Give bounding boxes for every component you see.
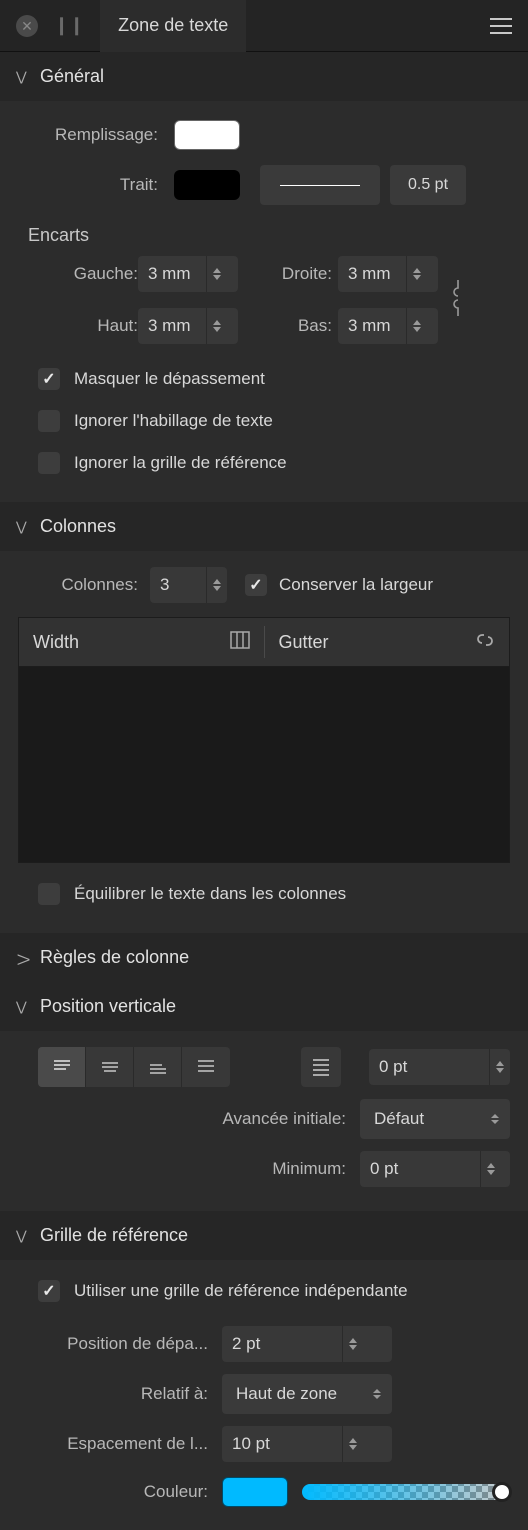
grid-spacing-label: Espacement de l... bbox=[18, 1434, 208, 1454]
use-independent-grid-checkbox[interactable] bbox=[38, 1280, 60, 1302]
balance-columns-checkbox[interactable] bbox=[38, 883, 60, 905]
section-general-header[interactable]: ⋁ Général bbox=[0, 52, 528, 101]
inset-left-field[interactable] bbox=[138, 256, 238, 292]
vertical-align-group bbox=[38, 1047, 230, 1087]
stroke-style-select[interactable] bbox=[260, 165, 380, 205]
stepper-icon[interactable] bbox=[206, 308, 227, 344]
stepper-icon[interactable] bbox=[342, 1426, 363, 1462]
ignore-wrap-label: Ignorer l'habillage de texte bbox=[74, 411, 273, 431]
inset-bottom-field[interactable] bbox=[338, 308, 438, 344]
pin-icon[interactable]: ❙❙ bbox=[54, 15, 84, 36]
baseline-offset-icon bbox=[301, 1047, 341, 1087]
insets-title: Encarts bbox=[0, 211, 528, 252]
inset-right-label: Droite: bbox=[238, 264, 338, 284]
section-general-title: Général bbox=[40, 66, 104, 87]
stepper-icon[interactable] bbox=[342, 1326, 363, 1362]
chevron-down-icon: ⋁ bbox=[16, 69, 30, 85]
hide-overflow-label: Masquer le dépassement bbox=[74, 369, 265, 389]
link-icon bbox=[475, 630, 495, 655]
columns-count-field[interactable] bbox=[150, 567, 227, 603]
section-vertical-body: Avancée initiale: Défaut Minimum: bbox=[0, 1031, 528, 1211]
section-basegrid-body: Utiliser une grille de référence indépen… bbox=[0, 1260, 528, 1524]
balance-columns-label: Équilibrer le texte dans les colonnes bbox=[74, 884, 346, 904]
ignore-grid-label: Ignorer la grille de référence bbox=[74, 453, 287, 473]
align-top-button[interactable] bbox=[38, 1047, 86, 1087]
inset-top-field[interactable] bbox=[138, 308, 238, 344]
inset-top-label: Haut: bbox=[18, 316, 138, 336]
stepper-icon[interactable] bbox=[206, 256, 227, 292]
grid-color-swatch[interactable] bbox=[222, 1477, 288, 1507]
stepper-icon[interactable] bbox=[406, 308, 427, 344]
fixed-width-label: Conserver la largeur bbox=[279, 575, 433, 595]
section-basegrid-header[interactable]: ⋁ Grille de référence bbox=[0, 1211, 528, 1260]
columns-icon bbox=[230, 631, 250, 654]
initial-advance-label: Avancée initiale: bbox=[18, 1109, 360, 1129]
chevron-down-icon: ⋁ bbox=[16, 999, 30, 1015]
stepper-icon[interactable] bbox=[480, 1151, 501, 1187]
grid-color-label: Couleur: bbox=[18, 1482, 208, 1502]
hide-overflow-checkbox[interactable] bbox=[38, 368, 60, 390]
grid-relative-select[interactable]: Haut de zone bbox=[222, 1374, 392, 1414]
inset-left-label: Gauche: bbox=[18, 264, 138, 284]
minimum-field[interactable] bbox=[360, 1151, 510, 1187]
stroke-color-swatch[interactable] bbox=[174, 170, 240, 200]
link-insets-icon[interactable] bbox=[450, 276, 466, 325]
panel-titlebar: ✕ ❙❙ Zone de texte bbox=[0, 0, 528, 52]
baseline-offset-field[interactable] bbox=[369, 1049, 510, 1085]
grid-relative-label: Relatif à: bbox=[18, 1384, 208, 1404]
stroke-label: Trait: bbox=[18, 175, 158, 195]
panel-title: Zone de texte bbox=[118, 15, 228, 36]
align-bottom-button[interactable] bbox=[134, 1047, 182, 1087]
inset-bottom-label: Bas: bbox=[238, 316, 338, 336]
section-column-rules-title: Règles de colonne bbox=[40, 947, 189, 968]
slider-thumb[interactable] bbox=[492, 1482, 512, 1502]
columns-table-header: Width Gutter bbox=[18, 617, 510, 667]
column-gutter-header[interactable]: Gutter bbox=[265, 630, 510, 655]
fill-color-swatch[interactable] bbox=[174, 120, 240, 150]
align-center-button[interactable] bbox=[86, 1047, 134, 1087]
columns-table-body[interactable] bbox=[18, 667, 510, 863]
use-independent-grid-label: Utiliser une grille de référence indépen… bbox=[74, 1281, 408, 1301]
grid-start-field[interactable] bbox=[222, 1326, 392, 1362]
column-width-header[interactable]: Width bbox=[19, 631, 264, 654]
menu-icon[interactable] bbox=[490, 18, 512, 34]
stepper-icon[interactable] bbox=[206, 567, 227, 603]
section-columns-header[interactable]: ⋁ Colonnes bbox=[0, 502, 528, 551]
minimum-label: Minimum: bbox=[18, 1159, 360, 1179]
section-basegrid-title: Grille de référence bbox=[40, 1225, 188, 1246]
close-icon[interactable]: ✕ bbox=[16, 15, 38, 37]
columns-count-label: Colonnes: bbox=[18, 575, 138, 595]
ignore-wrap-checkbox[interactable] bbox=[38, 410, 60, 432]
grid-opacity-slider[interactable] bbox=[302, 1484, 510, 1500]
stroke-weight-field[interactable]: 0.5 pt bbox=[390, 165, 466, 205]
initial-advance-select[interactable]: Défaut bbox=[360, 1099, 510, 1139]
section-general-body: Remplissage: Trait: 0.5 pt Encarts Gauch… bbox=[0, 101, 528, 502]
panel-title-tab[interactable]: Zone de texte bbox=[100, 0, 246, 52]
chevron-down-icon: ⋁ bbox=[16, 519, 30, 535]
grid-spacing-field[interactable] bbox=[222, 1426, 392, 1462]
stepper-icon[interactable] bbox=[406, 256, 427, 292]
chevron-down-icon: ⋁ bbox=[16, 1228, 30, 1244]
section-column-rules-header[interactable]: ⋁ Règles de colonne bbox=[0, 933, 528, 982]
section-vertical-header[interactable]: ⋁ Position verticale bbox=[0, 982, 528, 1031]
section-vertical-title: Position verticale bbox=[40, 996, 176, 1017]
inset-right-field[interactable] bbox=[338, 256, 438, 292]
chevron-right-icon: ⋁ bbox=[15, 951, 31, 965]
stepper-icon[interactable] bbox=[489, 1049, 510, 1085]
align-justify-button[interactable] bbox=[182, 1047, 230, 1087]
section-columns-body: Colonnes: Conserver la largeur Width Gut… bbox=[0, 551, 528, 933]
grid-start-label: Position de dépa... bbox=[18, 1334, 208, 1354]
fill-label: Remplissage: bbox=[18, 125, 158, 145]
fixed-width-checkbox[interactable] bbox=[245, 574, 267, 596]
ignore-grid-checkbox[interactable] bbox=[38, 452, 60, 474]
section-columns-title: Colonnes bbox=[40, 516, 116, 537]
